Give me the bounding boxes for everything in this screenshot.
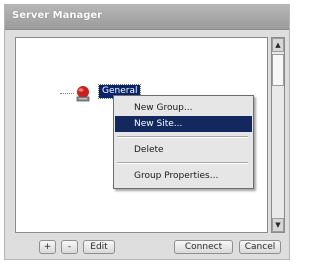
vertical-scrollbar[interactable]: ▲ ▼	[271, 37, 285, 233]
context-menu: New Group... New Site... Delete Group Pr…	[113, 95, 254, 189]
server-manager-dialog: Server Manager General New Group... New …	[4, 4, 290, 260]
window-title: Server Manager	[12, 10, 103, 21]
menu-item-new-site[interactable]: New Site...	[115, 116, 252, 132]
add-button[interactable]: +	[39, 240, 56, 254]
menu-separator	[117, 136, 248, 138]
tree-connector-line	[60, 93, 74, 94]
title-bar[interactable]: Server Manager	[5, 5, 289, 30]
scroll-down-arrow-icon[interactable]: ▼	[272, 218, 284, 232]
menu-item-group-properties[interactable]: Group Properties...	[115, 168, 252, 184]
server-tree[interactable]: General New Group... New Site... Delete …	[15, 37, 268, 233]
edit-button[interactable]: Edit	[83, 240, 115, 254]
menu-item-new-group[interactable]: New Group...	[115, 100, 252, 116]
menu-item-delete[interactable]: Delete	[115, 142, 252, 158]
scroll-thumb[interactable]	[272, 54, 284, 86]
server-icon	[74, 85, 92, 103]
cancel-button[interactable]: Cancel	[239, 240, 281, 254]
menu-separator	[117, 162, 248, 164]
remove-button[interactable]: -	[61, 240, 78, 254]
scroll-up-arrow-icon[interactable]: ▲	[272, 38, 284, 52]
connect-button[interactable]: Connect	[174, 240, 233, 254]
